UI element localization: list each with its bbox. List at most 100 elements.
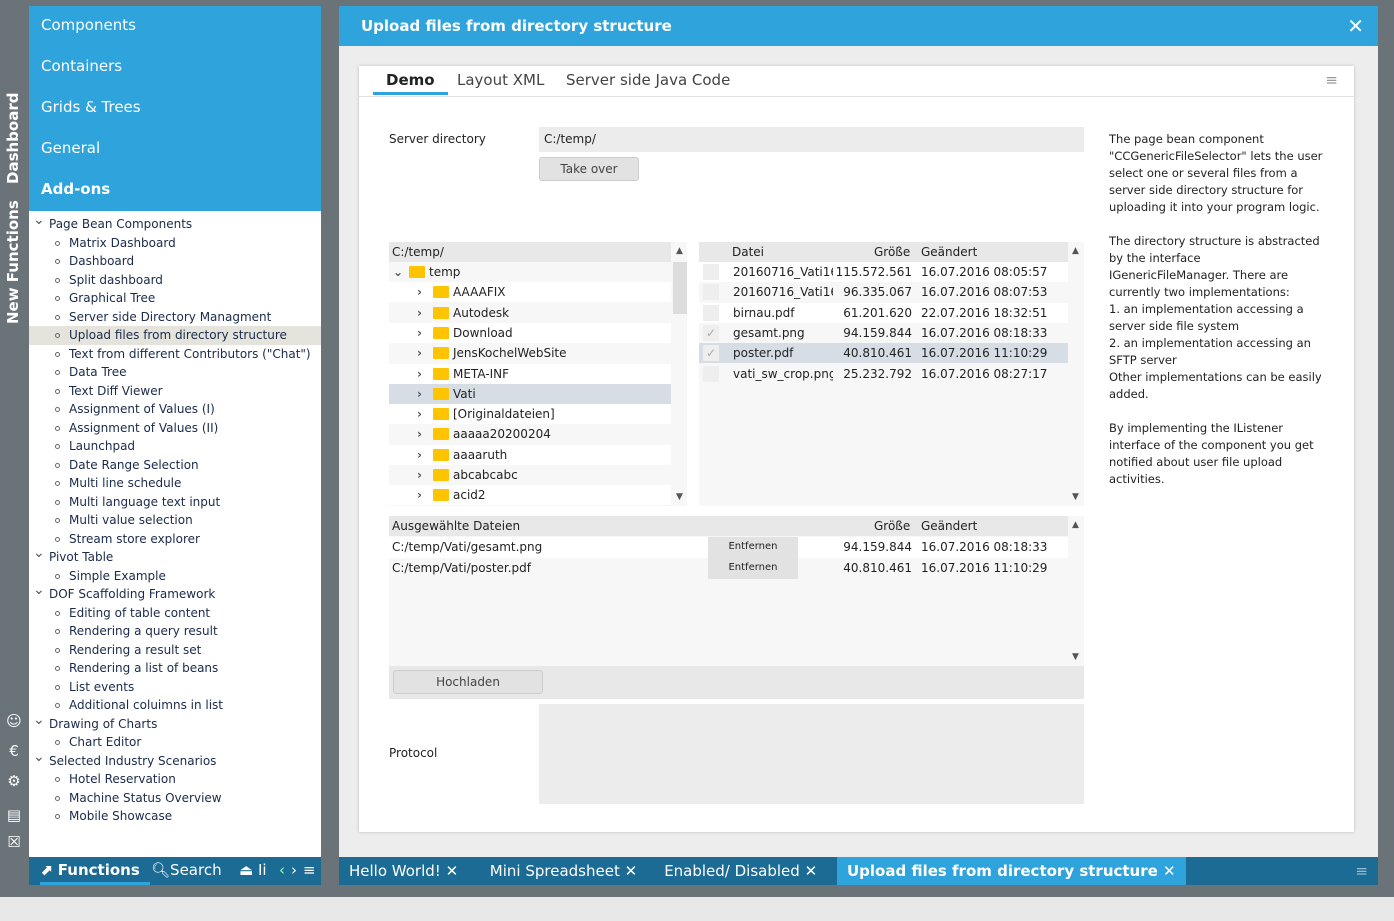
menu-icon[interactable]: ≡	[1325, 71, 1338, 89]
checkbox[interactable]	[703, 284, 719, 301]
tree-item[interactable]: Editing of table content	[29, 604, 321, 623]
tree-item[interactable]: Multi value selection	[29, 511, 321, 530]
tree-item[interactable]: Launchpad	[29, 437, 321, 456]
tree-item[interactable]: Additional coluimns in list	[29, 696, 321, 715]
tree-item[interactable]: Mobile Showcase	[29, 807, 321, 826]
chevron-right-icon[interactable]: ›	[417, 384, 433, 404]
scroll-up-icon[interactable]: ▲	[1072, 520, 1079, 530]
tree-item[interactable]: Text from different Contributors ("Chat"…	[29, 345, 321, 364]
close-icon[interactable]: ✕	[1347, 6, 1364, 46]
file-row[interactable]: 20160716_Vati16(96.335.067 16.07.2016 08:…	[699, 282, 1068, 302]
scroll-down-icon[interactable]: ▼	[1072, 652, 1079, 662]
tab-demo[interactable]: Demo	[373, 71, 448, 95]
tree-item[interactable]: Date Range Selection	[29, 456, 321, 475]
chevron-right-icon[interactable]: ›	[417, 404, 433, 424]
tree-item[interactable]: Graphical Tree	[29, 289, 321, 308]
checkbox[interactable]: ✓	[703, 324, 719, 341]
folder-row[interactable]: › META-INF	[389, 363, 671, 384]
tree-group[interactable]: ⌄ Page Bean Components	[29, 212, 321, 234]
sidebar-category[interactable]: Components	[29, 6, 321, 47]
chevron-right-icon[interactable]: ›	[417, 282, 433, 302]
rail-new-functions[interactable]: New Functions	[4, 200, 22, 324]
chevron-right-icon[interactable]: ›	[417, 343, 433, 363]
tree-item[interactable]: Assignment of Values (I)	[29, 400, 321, 419]
close-icon[interactable]: ✕	[446, 862, 459, 880]
tree-item[interactable]: Multi language text input	[29, 493, 321, 512]
tree-item[interactable]: List events	[29, 678, 321, 697]
file-row[interactable]: vati_sw_crop.png 25.232.792 16.07.2016 08:…	[699, 364, 1068, 384]
take-over-button[interactable]: Take over	[539, 157, 639, 181]
folder-row[interactable]: › [Originaldateien]	[389, 404, 671, 425]
protocol-textarea[interactable]	[539, 704, 1084, 804]
file-row[interactable]: ✓ gesamt.png 94.159.844 16.07.2016 08:18:33	[699, 323, 1068, 343]
search-tab[interactable]: 🔍︎Search	[151, 861, 222, 879]
folder-row[interactable]: › AAAAFIX	[389, 282, 671, 303]
chevron-down-icon[interactable]: ⌄	[393, 262, 409, 282]
chevron-down-icon[interactable]: ⌄	[33, 544, 45, 563]
folder-row[interactable]: › Autodesk	[389, 303, 671, 323]
folder-row[interactable]: › Download	[389, 322, 671, 343]
tree-item[interactable]: Data Tree	[29, 363, 321, 382]
tree-item[interactable]: Upload files from directory structure	[29, 326, 321, 345]
chevron-down-icon[interactable]: ⌄	[33, 211, 45, 230]
menu-icon[interactable]: ≡	[1345, 857, 1378, 885]
file-row[interactable]: ✓ poster.pdf 40.810.461 16.07.2016 11:10:29	[699, 343, 1068, 364]
tree-item[interactable]: Server side Directory Managment	[29, 308, 321, 327]
chevron-right-icon[interactable]: ›	[417, 323, 433, 343]
toolbox-icon[interactable]: ▤	[5, 806, 23, 824]
tree-item[interactable]: Stream store explorer	[29, 530, 321, 549]
open-tab[interactable]: Hello World! ✕	[339, 857, 468, 885]
folder-row[interactable]: ⌄ temp	[389, 262, 671, 282]
open-tab[interactable]: Upload files from directory structure ✕	[837, 857, 1186, 885]
gears-icon[interactable]: ⚙	[5, 772, 23, 790]
sidebar-category[interactable]: General	[29, 129, 321, 170]
scroll-up-icon[interactable]: ▲	[676, 246, 683, 256]
scroll-down-icon[interactable]: ▼	[676, 492, 683, 502]
scroll-up-icon[interactable]: ▲	[1072, 246, 1079, 256]
tree-item[interactable]: Dashboard	[29, 252, 321, 271]
file-row[interactable]: 20160716_Vati16(115.572.561 16.07.2016 08…	[699, 262, 1068, 282]
server-directory-input[interactable]: C:/temp/	[539, 127, 1084, 152]
folder-row[interactable]: › abcabcabc	[389, 465, 671, 485]
close-icon[interactable]: ✕	[805, 862, 818, 880]
scrollbar-thumb[interactable]	[673, 262, 687, 314]
checkbox[interactable]	[703, 365, 719, 382]
chevron-down-icon[interactable]: ⌄	[33, 748, 45, 767]
tab-layout-xml[interactable]: Layout XML	[457, 71, 544, 89]
folder-row[interactable]: › aaaaruth	[389, 444, 671, 465]
tree-group[interactable]: ⌄ Selected Industry Scenarios	[29, 749, 321, 771]
tree-item[interactable]: Text Diff Viewer	[29, 382, 321, 401]
tree-group[interactable]: ⌄ Drawing of Charts	[29, 712, 321, 734]
tree-item[interactable]: Machine Status Overview	[29, 789, 321, 808]
open-tab[interactable]: Enabled/ Disabled ✕	[654, 857, 827, 885]
functions-tab[interactable]: ⬈ Functions	[40, 861, 150, 885]
close-icon[interactable]: ✕	[625, 862, 638, 880]
checkbox[interactable]: ✓	[703, 345, 719, 362]
chevron-down-icon[interactable]: ⌄	[33, 711, 45, 730]
upload-button[interactable]: Hochladen	[393, 670, 543, 694]
chevron-right-icon[interactable]: ›	[417, 465, 433, 485]
chevron-right-icon[interactable]: ›	[417, 424, 433, 444]
tree-item[interactable]: Matrix Dashboard	[29, 234, 321, 253]
remove-button[interactable]: Entfernen	[708, 537, 798, 558]
tree-item[interactable]: Simple Example	[29, 567, 321, 586]
rail-dashboard[interactable]: Dashboard	[4, 93, 22, 184]
smiley-icon[interactable]: ☺	[5, 712, 23, 730]
open-tab[interactable]: Mini Spreadsheet ✕	[480, 857, 647, 885]
chevron-right-icon[interactable]: ›	[417, 364, 433, 384]
remove-button[interactable]: Entfernen	[708, 558, 798, 579]
tree-item[interactable]: Split dashboard	[29, 271, 321, 290]
chevron-right-icon[interactable]: ›	[417, 445, 433, 465]
file-row[interactable]: birnau.pdf 61.201.620 22.07.2016 18:32:51	[699, 302, 1068, 323]
folder-row[interactable]: › acid2	[389, 485, 671, 506]
folder-row[interactable]: › JensKochelWebSite	[389, 343, 671, 363]
close-icon[interactable]: ✕	[1163, 862, 1176, 880]
tree-item[interactable]: Hotel Reservation	[29, 770, 321, 789]
scroll-down-icon[interactable]: ▼	[1072, 492, 1079, 502]
sidebar-category[interactable]: Grids & Trees	[29, 88, 321, 129]
tree-item[interactable]: Rendering a result set	[29, 641, 321, 660]
sidebar-category[interactable]: Add-ons	[29, 170, 321, 211]
inbox-tab[interactable]: ⏏ Ii	[239, 861, 267, 879]
chevron-right-icon[interactable]: ›	[291, 861, 297, 879]
close-box-icon[interactable]: ☒	[5, 833, 23, 851]
